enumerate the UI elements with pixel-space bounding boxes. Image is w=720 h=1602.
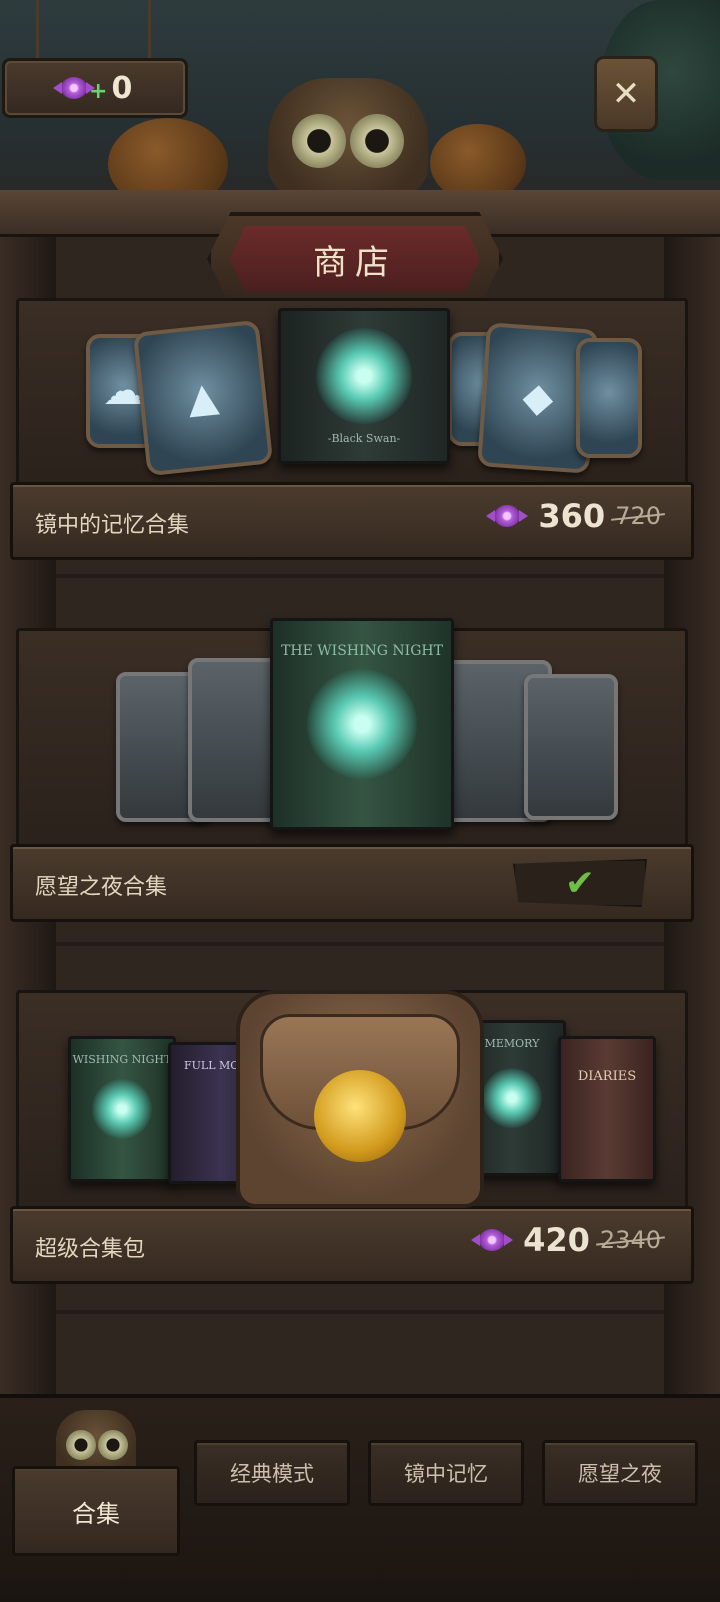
bundle-shelf-2[interactable]: THE WISHING NIGHT 愿望之夜合集 ✔ — [10, 618, 694, 922]
candy-currency-display[interactable]: + 0 — [2, 58, 188, 118]
swirl-emblem-icon — [482, 1068, 542, 1128]
owl-eye-right — [350, 114, 404, 168]
book-label: WISHING NIGHT — [72, 1053, 172, 1066]
book-label: THE WISHING NIGHT — [281, 643, 443, 659]
sale-price: 360 — [538, 497, 606, 535]
checkmark-icon: ✔ — [564, 862, 596, 904]
tab-collections[interactable]: 合集 — [12, 1466, 180, 1556]
diaries-book: DIARIES — [558, 1036, 656, 1182]
owl-eye-left — [66, 1430, 96, 1460]
candy-icon — [53, 77, 95, 99]
bundle-plate[interactable]: 愿望之夜合集 ✔ — [10, 844, 694, 922]
bundle-price[interactable]: 360 720 — [486, 497, 661, 535]
candy-icon — [471, 1229, 514, 1251]
swirl-emblem-icon — [316, 328, 412, 424]
close-icon: ✕ — [611, 74, 641, 114]
title-banner: 商店 — [207, 212, 503, 306]
fire-card — [576, 338, 642, 458]
book-label: -Black Swan- — [327, 432, 401, 445]
owl-eye-left — [292, 114, 346, 168]
bundle-name: 镜中的记忆合集 — [35, 513, 190, 538]
memory-book: -Black Swan- — [278, 308, 450, 464]
tab-classic-mode[interactable]: 经典模式 — [194, 1440, 350, 1506]
owned-badge: ✔ — [513, 859, 647, 907]
swirl-emblem-icon — [307, 669, 417, 779]
book-label: DIARIES — [577, 1069, 637, 1084]
currency-amount: 0 — [111, 70, 133, 106]
rope-right — [148, 0, 151, 58]
bundle-price[interactable]: 420 2340 — [471, 1221, 661, 1259]
swirl-emblem-icon — [92, 1079, 152, 1139]
bundle-plate[interactable]: 超级合集包 420 2340 — [10, 1206, 694, 1284]
bundle-name: 超级合集包 — [35, 1237, 146, 1262]
wolf-icon: ◆ — [521, 373, 555, 423]
tab-mirror-memory[interactable]: 镜中记忆 — [368, 1440, 524, 1506]
witch-icon: ▲ — [185, 373, 221, 423]
owl-eye-right — [98, 1430, 128, 1460]
witch-card: ▲ — [132, 319, 274, 477]
gold-swirl-emblem-icon — [314, 1069, 406, 1162]
rope-left — [36, 0, 39, 58]
page-title: 商店 — [230, 226, 480, 292]
original-price: 2340 — [599, 1226, 661, 1254]
close-button[interactable]: ✕ — [594, 56, 658, 132]
owl-decoration — [268, 78, 428, 196]
tab-wishing-night[interactable]: 愿望之夜 — [542, 1440, 698, 1506]
wishing-night-book: WISHING NIGHT — [68, 1036, 176, 1182]
bundle-plate[interactable]: 镜中的记忆合集 360 720 — [10, 482, 694, 560]
shop-screen: + 0 ✕ 商店 ☁ ▲ ◆ -Black Swan- 镜中的记忆合集 360 … — [0, 0, 720, 1602]
owl-tab-decoration — [56, 1410, 136, 1474]
sale-price: 420 — [523, 1221, 590, 1259]
backpack-bundle-image — [236, 990, 484, 1208]
original-price: 720 — [615, 502, 661, 530]
wishing-night-book: THE WISHING NIGHT — [270, 618, 454, 830]
candy-icon — [486, 505, 529, 527]
bundle-name: 愿望之夜合集 — [35, 875, 168, 900]
bundle-shelf-1[interactable]: ☁ ▲ ◆ -Black Swan- 镜中的记忆合集 360 720 — [10, 298, 694, 560]
elf-card — [524, 674, 618, 820]
